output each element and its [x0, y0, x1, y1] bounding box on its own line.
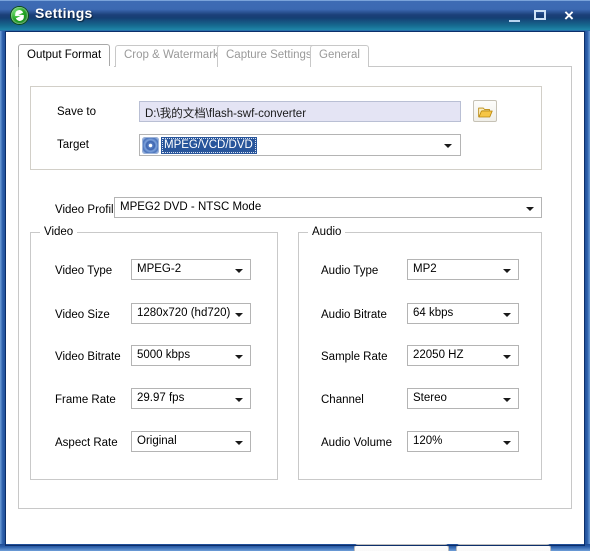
channel-value: Stereo: [413, 392, 447, 404]
aspect-rate-label: Aspect Rate: [55, 437, 118, 449]
chevron-down-icon: [526, 207, 534, 211]
target-combobox[interactable]: MPEG/VCD/DVD: [139, 134, 461, 156]
maximize-icon[interactable]: [532, 9, 550, 24]
target-selected-value: MPEG/VCD/DVD: [161, 137, 257, 154]
chevron-down-icon: [235, 269, 243, 273]
frame-rate-combobox[interactable]: 29.97 fps: [131, 388, 251, 409]
video-profile-value: MPEG2 DVD - NTSC Mode: [120, 201, 262, 213]
aspect-rate-combobox[interactable]: Original: [131, 431, 251, 452]
ok-button[interactable]: OK: [354, 544, 449, 551]
chevron-down-icon: [503, 269, 511, 273]
settings-dialog-window: Settings × Output Format Crop & Watermar…: [0, 0, 590, 551]
chevron-down-icon: [235, 398, 243, 402]
destination-panel: Save to D:\我的文档\flash-swf-converter Targ…: [30, 86, 542, 170]
chevron-down-icon: [235, 441, 243, 445]
video-size-label: Video Size: [55, 309, 110, 321]
video-type-combobox[interactable]: MPEG-2: [131, 259, 251, 280]
browse-folder-button[interactable]: [473, 100, 497, 122]
sample-rate-value: 22050 HZ: [413, 349, 464, 361]
minimize-icon[interactable]: [506, 9, 524, 24]
audio-type-combobox[interactable]: MP2: [407, 259, 519, 280]
audio-type-label: Audio Type: [321, 265, 379, 277]
save-to-value: D:\我的文档\flash-swf-converter: [145, 108, 307, 120]
audio-group-title: Audio: [308, 226, 346, 238]
chevron-down-icon: [503, 313, 511, 317]
cancel-button[interactable]: Cancel: [456, 544, 551, 551]
window-frame-right: [584, 0, 590, 551]
frame-rate-label: Frame Rate: [55, 394, 116, 406]
audio-type-value: MP2: [413, 263, 437, 275]
audio-volume-label: Audio Volume: [321, 437, 392, 449]
open-folder-icon: [478, 107, 493, 118]
video-groupbox: Video Video Type MPEG-2 Video Size 1280x…: [30, 226, 278, 480]
chevron-down-icon: [503, 398, 511, 402]
save-to-input[interactable]: D:\我的文档\flash-swf-converter: [139, 101, 461, 122]
disc-icon: [142, 137, 159, 154]
title-bar[interactable]: Settings ×: [0, 0, 590, 31]
aspect-rate-value: Original: [137, 435, 177, 447]
audio-volume-combobox[interactable]: 120%: [407, 431, 519, 452]
video-type-value: MPEG-2: [137, 263, 182, 275]
audio-bitrate-label: Audio Bitrate: [321, 309, 387, 321]
chevron-down-icon: [503, 441, 511, 445]
sample-rate-combobox[interactable]: 22050 HZ: [407, 345, 519, 366]
tab-output-format[interactable]: Output Format: [18, 44, 111, 67]
audio-bitrate-value: 64 kbps: [413, 307, 454, 319]
app-swirl-icon: [11, 7, 28, 24]
tab-general[interactable]: General: [310, 45, 369, 67]
video-bitrate-value: 5000 kbps: [137, 349, 191, 361]
video-profile-label: Video Profile: [55, 204, 120, 216]
video-bitrate-label: Video Bitrate: [55, 351, 121, 363]
chevron-down-icon: [235, 355, 243, 359]
video-size-value: 1280x720 (hd720): [137, 307, 231, 319]
audio-volume-value: 120%: [413, 435, 443, 447]
audio-bitrate-combobox[interactable]: 64 kbps: [407, 303, 519, 324]
video-group-title: Video: [40, 226, 78, 238]
video-bitrate-combobox[interactable]: 5000 kbps: [131, 345, 251, 366]
channel-label: Channel: [321, 394, 364, 406]
video-type-label: Video Type: [55, 265, 113, 277]
active-tab-baseline-mask: [19, 66, 114, 68]
video-profile-combobox[interactable]: MPEG2 DVD - NTSC Mode: [114, 197, 542, 218]
sample-rate-label: Sample Rate: [321, 351, 388, 363]
tabstrip: Output Format Crop & Watermark Capture S…: [18, 44, 572, 67]
audio-groupbox: Audio Audio Type MP2 Audio Bitrate 64 kb…: [298, 226, 542, 480]
chevron-down-icon: [444, 144, 452, 148]
close-icon[interactable]: ×: [560, 7, 578, 24]
tab-capture-settings[interactable]: Capture Settings: [217, 45, 321, 67]
channel-combobox[interactable]: Stereo: [407, 388, 519, 409]
chevron-down-icon: [503, 355, 511, 359]
target-label: Target: [57, 139, 89, 151]
frame-rate-value: 29.97 fps: [137, 392, 185, 404]
chevron-down-icon: [235, 313, 243, 317]
video-size-combobox[interactable]: 1280x720 (hd720): [131, 303, 251, 324]
window-title: Settings: [35, 5, 93, 21]
dialog-client-area: Output Format Crop & Watermark Capture S…: [6, 32, 584, 551]
tab-crop-watermark[interactable]: Crop & Watermark: [115, 45, 228, 67]
save-to-label: Save to: [57, 106, 96, 118]
